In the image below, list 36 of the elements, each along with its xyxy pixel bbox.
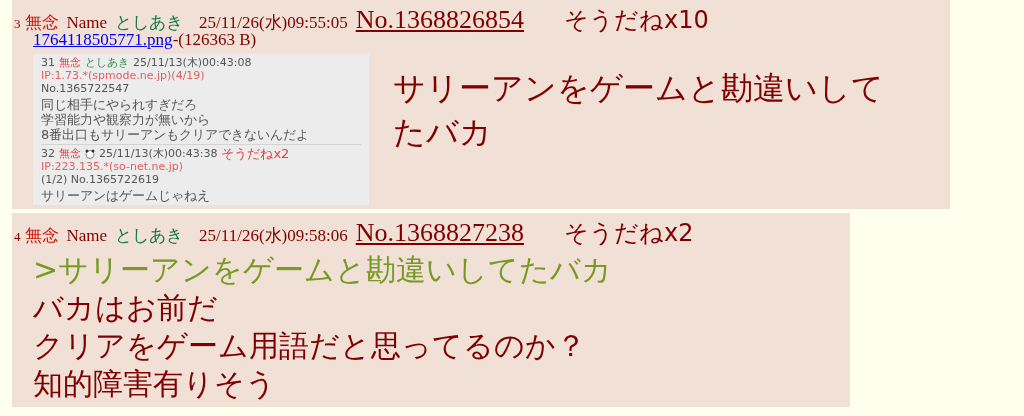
reply-subject: 無念 [59,147,81,160]
reply-text-line: 学習能力や観察力が無いから [41,112,210,127]
reply-number: 31 [41,56,55,69]
poster-name: としあき [115,225,184,247]
reply-date: 25/11/13(木)00:43:38 [99,147,218,160]
post-date: 25/11/26(水)09:55:05 [199,12,348,33]
post-number-link[interactable]: No.1368826854 [355,0,524,39]
post-index: 4 [14,228,21,246]
reply-post-number: (1/2) No.1365722619 [41,173,160,186]
post-index: 3 [14,15,21,33]
sodane-button[interactable]: そうだねx10 [563,2,709,38]
reply-text-line: 同じ相手にやられすぎだろ [41,97,197,112]
reply-post-number: No.1365722547 [41,82,130,95]
reply-ip: IP:1.73.*(spmode.ne.jp)(4/19) [41,69,205,82]
post-date: 25/11/26(水)09:58:06 [199,225,348,247]
reply-text-line: 8番出口もサリーアンもクリアできないんだよ [41,127,310,142]
reply-sodane: そうだねx2 [221,147,290,160]
post-text-line: クリアをゲーム用語だと思ってるのか？ [33,327,586,365]
post-subject: 無念 [24,225,59,247]
post-number-link[interactable]: No.1368827238 [355,213,524,252]
reply-date: 25/11/13(木)00:43:08 [133,56,252,69]
reply-name: としあき [85,56,129,69]
name-label: Name [66,225,108,247]
reply-subject: 無念 [59,56,81,69]
poster-name: としあき [115,12,184,33]
post-text-line: 知的障害有りそう [33,365,276,403]
quoted-line: >サリーアンをゲームと勘違いしてたバカ [33,251,613,289]
sodane-button[interactable]: そうだねx2 [563,215,694,251]
reply-text-line: サリーアンはゲームじゃねえ [41,188,210,203]
post-text-line: たバカ [393,112,492,153]
reply-ip: IP:223.135.*(so-net.ne.jp) [41,160,184,173]
reply-number: 32 [41,147,55,160]
screenshot-thumbnail[interactable] [33,54,369,205]
post-text-line: サリーアンをゲームと勘違いして [393,68,884,109]
post-text-line: バカはお前だ [33,289,218,327]
file-size: -(126363 B) [172,30,257,50]
